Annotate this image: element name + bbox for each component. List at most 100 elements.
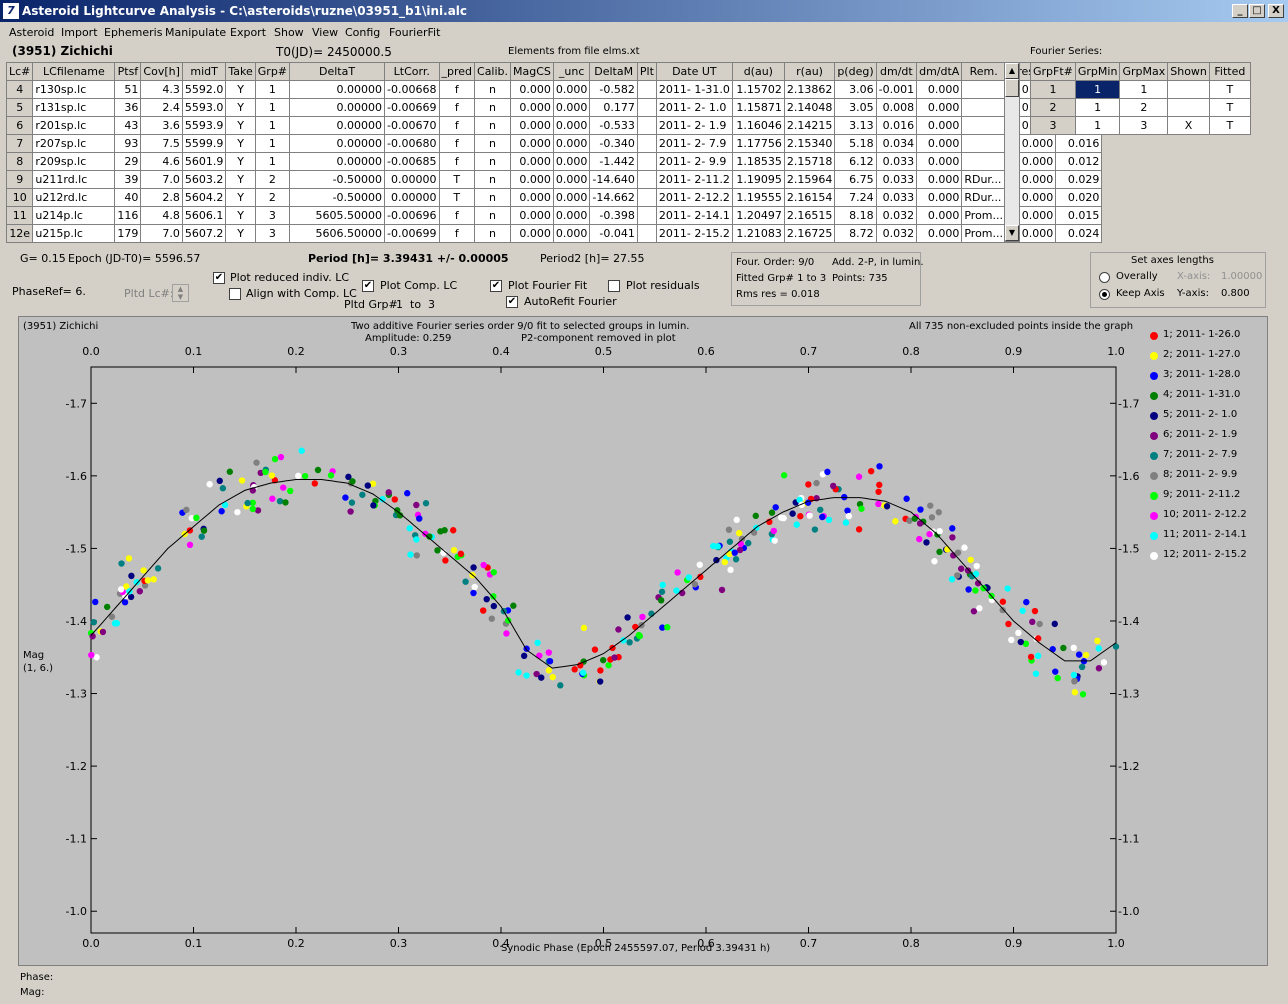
table-cell[interactable]: 43 bbox=[114, 116, 142, 135]
table-cell[interactable] bbox=[636, 116, 657, 135]
table-cell[interactable]: 40 bbox=[114, 188, 142, 207]
table-cell[interactable] bbox=[961, 98, 1006, 117]
table-cell[interactable]: 2011- 2-11.2 bbox=[655, 170, 733, 189]
table-cell[interactable]: 2011- 2- 7.9 bbox=[655, 134, 733, 153]
table-cell[interactable]: X bbox=[1167, 116, 1210, 135]
table-cell[interactable]: 0.000 bbox=[510, 152, 554, 171]
table-cell[interactable]: n bbox=[474, 224, 512, 243]
table-cell[interactable]: -0.041 bbox=[589, 224, 638, 243]
table-cell[interactable]: 2.16725 bbox=[783, 224, 836, 243]
table-cell[interactable]: 1 bbox=[254, 152, 291, 171]
table-cell[interactable]: u214p.lc bbox=[32, 206, 116, 225]
table-cell[interactable]: 179 bbox=[114, 224, 142, 243]
table-cell[interactable]: Y bbox=[225, 206, 256, 225]
table-cell[interactable]: -0.00685 bbox=[384, 152, 440, 171]
table-cell[interactable]: 0.033 bbox=[875, 152, 918, 171]
table-cell[interactable]: 4 bbox=[5, 80, 34, 99]
table-cell[interactable] bbox=[961, 80, 1006, 99]
table-cell[interactable]: 2.4 bbox=[140, 98, 183, 117]
table-cell[interactable]: Y bbox=[225, 170, 256, 189]
table-cell[interactable]: n bbox=[474, 206, 512, 225]
table-cell[interactable]: 0.000 bbox=[510, 134, 554, 153]
table-cell[interactable]: 2011- 2-14.1 bbox=[655, 206, 733, 225]
lc-col-header[interactable]: DeltaT bbox=[289, 62, 386, 81]
table-scrollbar[interactable]: ▲ ▼ bbox=[1004, 62, 1020, 242]
table-cell[interactable]: 0.00000 bbox=[384, 170, 440, 189]
table-cell[interactable]: 5607.2 bbox=[181, 224, 227, 243]
table-cell[interactable]: 4.6 bbox=[140, 152, 183, 171]
overally-radio[interactable] bbox=[1099, 272, 1110, 283]
lc-col-header[interactable]: MagCS bbox=[510, 62, 554, 81]
table-cell[interactable]: f bbox=[438, 206, 476, 225]
table-cell[interactable]: 2011- 2-15.2 bbox=[655, 224, 733, 243]
table-cell[interactable]: 0.020 bbox=[1055, 188, 1103, 207]
table-cell[interactable]: r201sp.lc bbox=[32, 116, 116, 135]
table-cell[interactable]: 0.000 bbox=[510, 170, 554, 189]
table-cell[interactable]: Y bbox=[225, 152, 256, 171]
table-cell[interactable]: 0.000 bbox=[510, 224, 554, 243]
plot-comp-checkbox[interactable]: ✔ bbox=[362, 280, 374, 292]
table-cell[interactable]: 0.033 bbox=[875, 188, 918, 207]
table-cell[interactable]: RDur... bbox=[961, 170, 1006, 189]
scroll-up-icon[interactable]: ▲ bbox=[1005, 63, 1019, 79]
lc-col-header[interactable]: d(au) bbox=[731, 62, 785, 81]
table-cell[interactable]: 4.3 bbox=[140, 80, 183, 99]
table-cell[interactable]: 0.000 bbox=[916, 224, 963, 243]
table-cell[interactable]: 3 bbox=[254, 224, 291, 243]
table-cell[interactable]: 0.032 bbox=[875, 224, 918, 243]
table-cell[interactable]: n bbox=[474, 152, 512, 171]
table-cell[interactable]: Y bbox=[225, 224, 256, 243]
lightcurve-plot[interactable]: 0.0 0.0 0.1 0.1 0.2 0.2 0.3 0.3 0.4 0.4 0.5 0.5 0.6 0… bbox=[18, 316, 1268, 966]
table-cell[interactable]: 0.024 bbox=[1055, 224, 1103, 243]
table-cell[interactable]: 1.21083 bbox=[731, 224, 785, 243]
table-cell[interactable]: 0.000 bbox=[916, 188, 963, 207]
table-cell[interactable]: 0.016 bbox=[1055, 134, 1103, 153]
table-cell[interactable]: 0.029 bbox=[1055, 170, 1103, 189]
table-cell[interactable]: 0.00000 bbox=[289, 134, 386, 153]
table-cell[interactable]: -1.442 bbox=[589, 152, 638, 171]
table-cell[interactable]: f bbox=[438, 98, 476, 117]
table-cell[interactable]: 0.000 bbox=[552, 116, 591, 135]
table-cell[interactable]: f bbox=[438, 224, 476, 243]
table-cell[interactable]: 0.008 bbox=[875, 98, 918, 117]
menu-ephemeris[interactable]: Ephemeris bbox=[104, 26, 162, 39]
table-cell[interactable]: 29 bbox=[114, 152, 142, 171]
scroll-down-icon[interactable]: ▼ bbox=[1005, 225, 1019, 241]
table-cell[interactable]: 0.000 bbox=[552, 188, 591, 207]
table-cell[interactable] bbox=[1167, 80, 1210, 99]
table-cell[interactable] bbox=[636, 188, 657, 207]
table-cell[interactable]: 2011- 1-31.0 bbox=[655, 80, 733, 99]
table-cell[interactable]: 2011- 2- 1.0 bbox=[655, 98, 733, 117]
table-cell[interactable]: 2.16515 bbox=[783, 206, 836, 225]
menu-fourierfit[interactable]: FourierFit bbox=[389, 26, 440, 39]
table-cell[interactable]: T bbox=[438, 188, 476, 207]
table-row[interactable]: 4 r130sp.lc 51 4.3 5592.0 Y 1 0.00000 -0.00668 f n… bbox=[5, 80, 1103, 99]
table-cell[interactable]: 10 bbox=[5, 188, 34, 207]
table-cell[interactable]: 39 bbox=[114, 170, 142, 189]
table-cell[interactable]: n bbox=[474, 170, 512, 189]
lc-col-header[interactable]: LtCorr. bbox=[384, 62, 440, 81]
table-cell[interactable]: 5606.1 bbox=[181, 206, 227, 225]
table-cell[interactable]: 2 bbox=[254, 188, 291, 207]
table-cell[interactable]: -0.00680 bbox=[384, 134, 440, 153]
table-cell[interactable]: 1 bbox=[1074, 116, 1121, 135]
table-cell[interactable]: 0.177 bbox=[589, 98, 638, 117]
table-cell[interactable]: -0.50000 bbox=[289, 188, 386, 207]
table-cell[interactable]: f bbox=[438, 80, 476, 99]
table-cell[interactable]: 1 bbox=[254, 98, 291, 117]
lc-col-header[interactable]: Calib. bbox=[474, 62, 512, 81]
table-cell[interactable]: 0.000 bbox=[552, 224, 591, 243]
table-cell[interactable]: Y bbox=[225, 80, 256, 99]
table-cell[interactable]: 3 bbox=[1030, 116, 1076, 135]
table-cell[interactable]: -0.001 bbox=[875, 80, 918, 99]
table-cell[interactable]: 6.75 bbox=[834, 170, 877, 189]
table-cell[interactable]: r209sp.lc bbox=[32, 152, 116, 171]
table-cell[interactable]: 0.000 bbox=[916, 170, 963, 189]
table-cell[interactable]: 1.16046 bbox=[731, 116, 785, 135]
table-cell[interactable]: 0.00000 bbox=[384, 188, 440, 207]
table-cell[interactable]: 2.8 bbox=[140, 188, 183, 207]
lc-col-header[interactable]: Plt bbox=[636, 62, 657, 81]
table-cell[interactable]: 0.000 bbox=[552, 170, 591, 189]
table-cell[interactable]: 7.0 bbox=[140, 170, 183, 189]
table-row[interactable]: 5 r131sp.lc 36 2.4 5593.0 Y 1 0.00000 -0.00669 f n… bbox=[5, 98, 1103, 117]
